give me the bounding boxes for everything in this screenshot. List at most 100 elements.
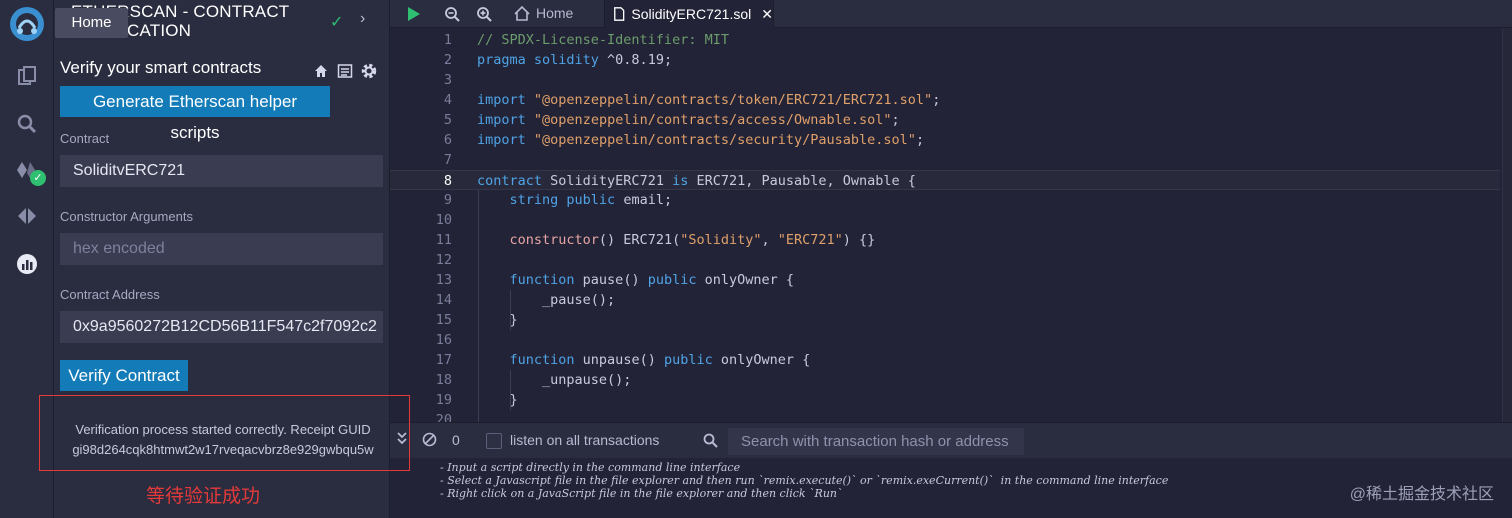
code-line[interactable]: 14 _pause(); [390,290,1500,310]
terminal-toolbar: 0 listen on all transactions Search with… [390,422,1512,458]
line-number: 16 [435,332,452,348]
chevron-right-icon[interactable]: › [360,10,365,28]
line-number: 7 [443,152,452,168]
pending-tx-count: 0 [452,432,460,448]
listen-checkbox[interactable] [486,433,502,449]
run-script-icon[interactable] [404,4,424,24]
terminal-line: - Right click on a JavaScript file in th… [440,487,843,500]
line-number: 18 [435,372,452,388]
code-text: function pause() public onlyOwner { [509,272,795,288]
code-text: } [477,392,518,408]
line-number: 3 [443,72,452,88]
line-number: 2 [443,52,452,68]
search-icon[interactable] [13,110,41,138]
code-line[interactable]: 6 import "@openzeppelin/contracts/securit… [390,130,1500,150]
watermark: @稀土掘金技术社区 [1349,486,1494,503]
home-tooltip: Home [55,8,128,38]
code-line[interactable]: 19 } [390,390,1500,410]
line-number: 6 [443,132,452,148]
line-number: 5 [443,112,452,128]
code-line[interactable]: 7 [390,150,1500,170]
line-number: 11 [435,232,452,248]
line-number: 9 [443,192,452,208]
code-line[interactable]: 18 _unpause(); [390,370,1500,390]
close-icon[interactable]: ✕ [761,6,773,23]
code-text: _pause(); [477,292,616,308]
code-text: pragma solidity ^0.8.19; [477,52,673,68]
line-number: 17 [435,352,452,368]
code-line[interactable]: 15 } [390,310,1500,330]
code-line[interactable]: 17 function unpause() public onlyOwner { [390,350,1500,370]
gear-icon[interactable] [360,62,378,80]
code-line[interactable]: 9 string public email; [390,190,1500,210]
line-number: 4 [443,92,452,108]
home-icon[interactable] [312,62,330,80]
code-text: } [477,312,518,328]
tab-label: SolidityERC721.sol [631,6,752,22]
editor-scrollbar[interactable] [1502,28,1512,422]
code-line[interactable]: 11 constructor() ERC721("Solidity", "ERC… [390,230,1500,250]
code-line[interactable]: 2 pragma solidity ^0.8.19; [390,50,1500,70]
tab-solidity-erc721[interactable]: SolidityERC721.sol ✕ [604,0,774,28]
panel-nav-icons [312,62,378,80]
code-line[interactable]: 16 [390,330,1500,350]
code-editor[interactable]: 1 // SPDX-License-Identifier: MIT 2 pragma … [390,28,1512,422]
code-text: import "@openzeppelin/contracts/security… [477,132,925,148]
line-number: 13 [435,272,452,288]
zoom-out-icon[interactable] [442,4,462,24]
contract-label: Contract [60,131,110,146]
code-text: contract SolidityERC721 is ERC721, Pausa… [477,173,916,189]
code-text: import "@openzeppelin/contracts/access/O… [477,112,900,128]
annotation-highlight-box [39,395,410,471]
terminal-output: - Input a script directly in the command… [390,458,1512,518]
code-line[interactable]: 13 function pause() public onlyOwner { [390,270,1500,290]
constructor-arguments-input[interactable]: hex encoded [60,233,383,265]
search-icon [703,433,718,451]
home-tab[interactable]: Home [514,5,573,21]
code-line[interactable]: 12 [390,250,1500,270]
line-number: 10 [435,212,452,228]
file-explorer-icon[interactable] [13,62,41,90]
listen-label: listen on all transactions [510,432,660,448]
code-line[interactable]: 4 import "@openzeppelin/contracts/token/E… [390,90,1500,110]
code-text: function unpause() public onlyOwner { [509,352,811,368]
line-number: 12 [435,252,452,268]
editor-toolbar: Home SolidityERC721.sol ✕ [390,0,1512,28]
generate-helper-scripts-button[interactable]: Generate Etherscan helper scripts [60,86,330,142]
deploy-run-icon[interactable] [13,202,41,230]
home-tab-icon [514,5,530,21]
clear-console-icon[interactable] [422,432,437,450]
file-icon [614,7,625,21]
verify-contract-button[interactable]: Verify Contract [60,360,188,391]
code-line[interactable]: 3 [390,70,1500,90]
code-text: // SPDX-License-Identifier: MIT [477,32,729,48]
receipts-icon[interactable] [336,62,354,80]
page-subtitle: Verify your smart contracts [60,58,262,77]
remix-logo-icon[interactable] [7,4,47,44]
code-line[interactable]: 5 import "@openzeppelin/contracts/access/… [390,110,1500,130]
code-line[interactable]: 1 // SPDX-License-Identifier: MIT [390,30,1500,50]
etherscan-plugin-icon[interactable] [13,250,41,278]
annotation-text: 等待验证成功 [146,486,261,507]
code-line[interactable]: 20 [390,410,1500,422]
code-text: import "@openzeppelin/contracts/token/ER… [477,92,941,108]
code-text: _unpause(); [477,372,632,388]
code-text: constructor() ERC721("Solidity", "ERC721… [509,232,876,248]
line-number: 14 [435,292,452,308]
contract-address-label: Contract Address [60,287,160,302]
line-number: 8 [443,173,452,189]
zoom-in-icon[interactable] [474,4,494,24]
home-tab-label: Home [536,5,574,21]
line-number: 1 [443,32,452,48]
checkmark-icon: ✓ [330,14,344,31]
contract-select[interactable]: SoliditvERC721 [60,155,383,187]
contract-address-input[interactable]: 0x9a9560272B12CD56B11F547c2f7092c2 [60,311,383,343]
terminal-line: - Input a script directly in the command… [440,461,741,474]
terminal-line: - Select a Javascript file in the file e… [440,474,1169,487]
transaction-search-input[interactable]: Search with transaction hash or address [728,428,1024,455]
constructor-arguments-label: Constructor Arguments [60,209,193,224]
code-text: string public email; [509,192,673,208]
line-number: 15 [435,312,452,328]
code-line[interactable]: 10 [390,210,1500,230]
code-line[interactable]: 8 contract SolidityERC721 is ERC721, Paus… [390,170,1500,190]
